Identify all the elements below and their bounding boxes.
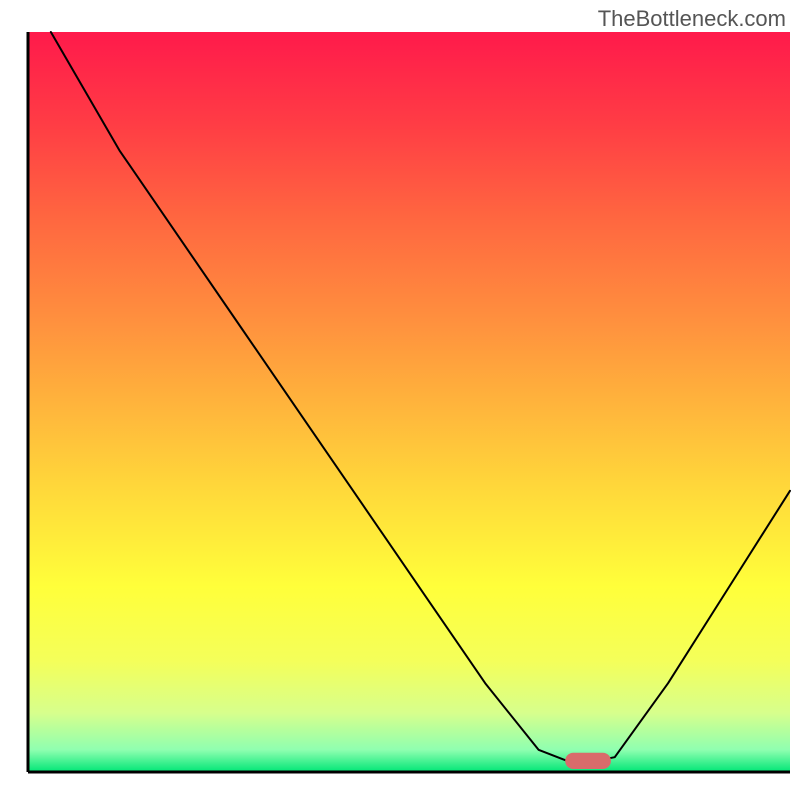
chart-container: TheBottleneck.com xyxy=(0,0,800,800)
chart-svg xyxy=(0,0,800,800)
optimal-point-marker xyxy=(565,753,611,769)
chart-background xyxy=(28,32,790,772)
watermark-text: TheBottleneck.com xyxy=(598,6,786,32)
